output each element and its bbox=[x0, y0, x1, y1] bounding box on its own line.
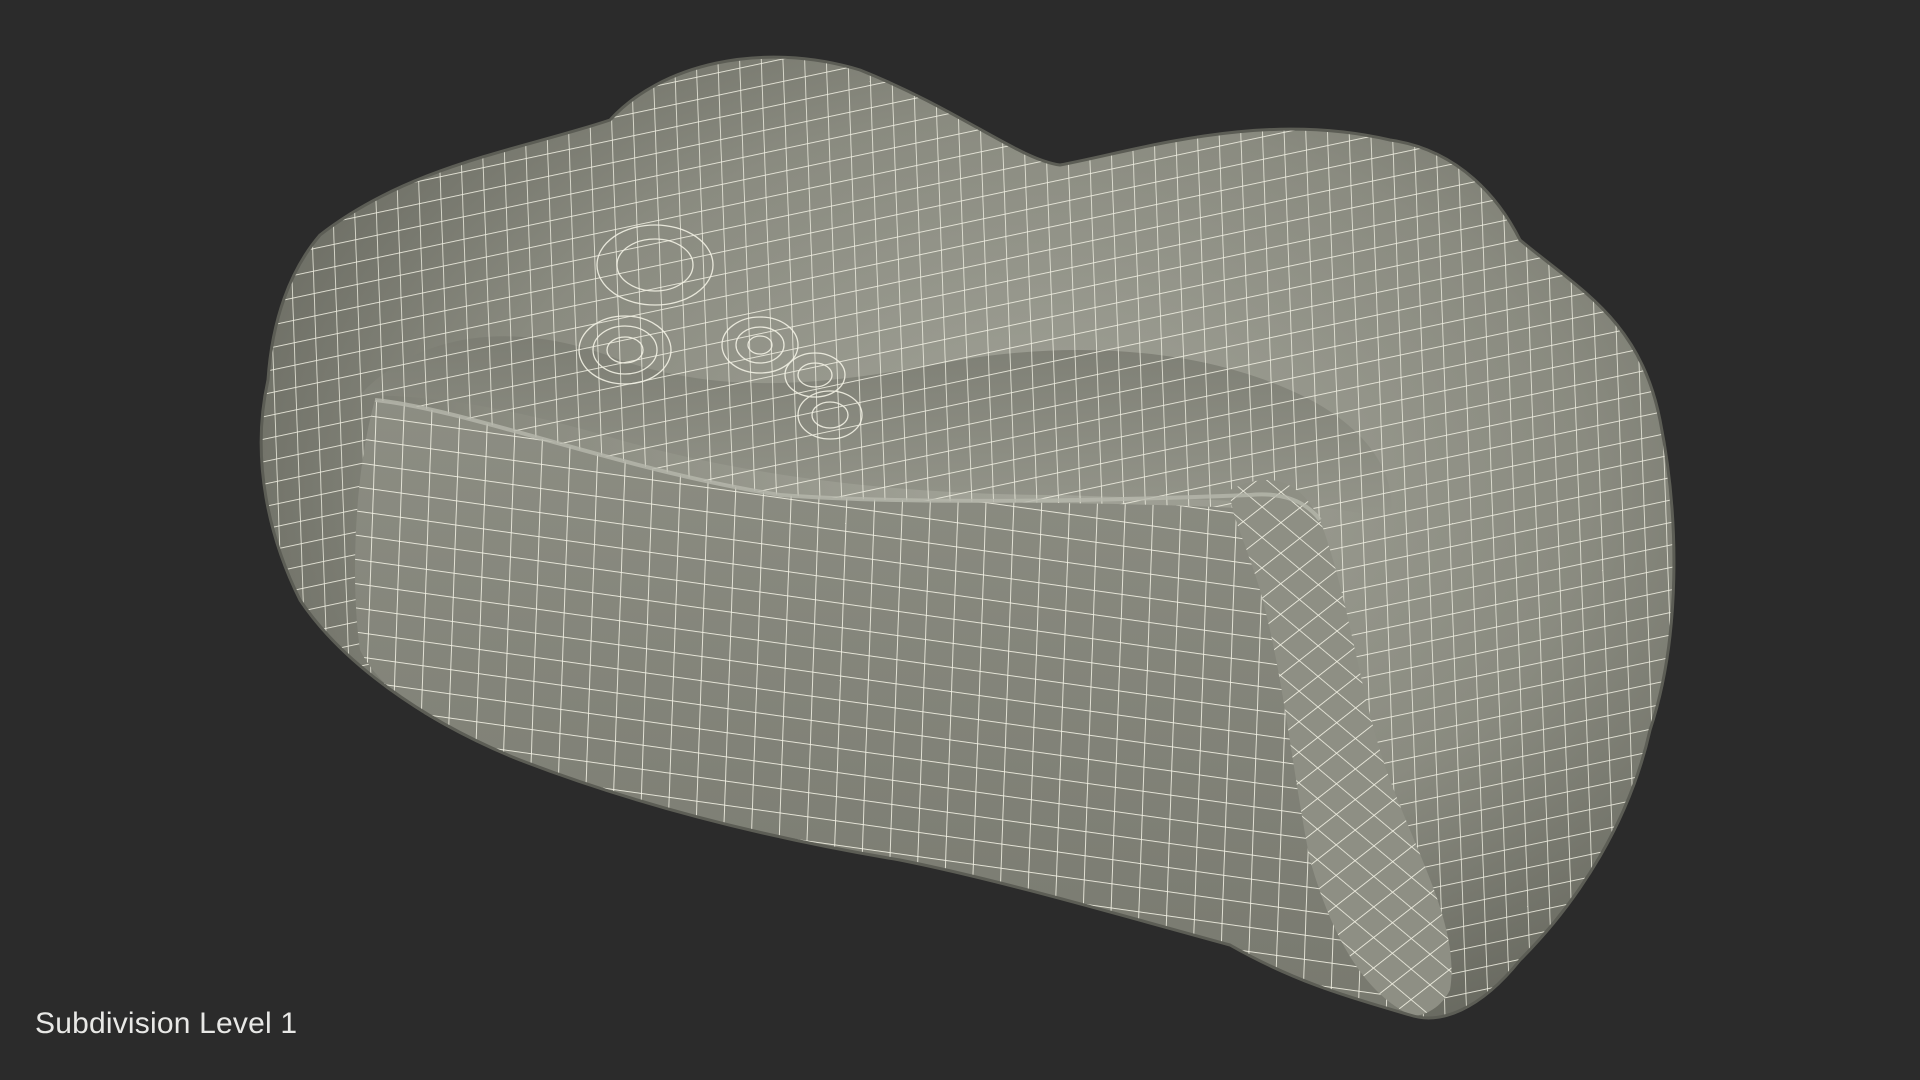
render-viewport: Subdivision Level 1 bbox=[0, 0, 1920, 1080]
sofa-wireframe-render bbox=[259, 55, 1676, 1020]
subdivision-level-caption: Subdivision Level 1 bbox=[35, 1007, 298, 1040]
